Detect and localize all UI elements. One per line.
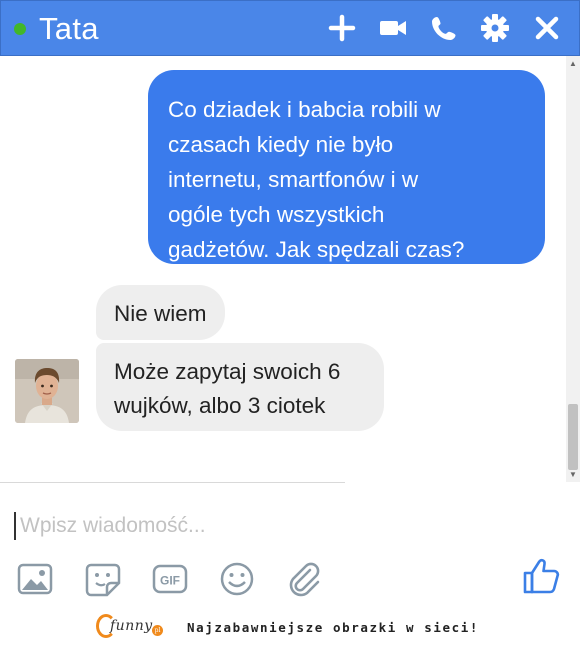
incoming-message-bubble[interactable]: Może zapytaj swoich 6 wujków, albo 3 cio… [96,343,384,431]
emoji-icon[interactable] [219,561,255,597]
contact-name[interactable]: Tata [39,11,99,47]
chat-scrollbar[interactable]: ▲ ▼ [566,56,580,482]
logo-badge: pl [152,625,163,636]
gif-icon[interactable]: GIF [152,561,188,597]
message-line: czasach kiedy nie było [168,132,394,157]
sticker-icon[interactable] [85,561,121,597]
footer-tagline: Najzabawniejsze obrazki w sieci! [187,620,480,635]
video-call-icon[interactable] [377,12,409,44]
scroll-up-arrow-icon[interactable]: ▲ [569,60,577,68]
incoming-message-bubble[interactable]: Nie wiem [96,285,225,340]
logo-text: funny [110,618,153,634]
close-icon[interactable] [531,12,563,44]
funny-logo[interactable]: funny pl [96,612,168,642]
chat-conversation[interactable]: Co dziadek i babcia robili w czasach kie… [0,56,580,482]
sender-avatar[interactable] [15,359,79,423]
message-line: Może zapytaj swoich 6 [114,359,341,384]
attachment-icon[interactable] [286,561,322,597]
message-line: internetu, smartfonów i w [168,167,419,192]
message-input[interactable] [14,512,554,540]
chat-header: Tata [0,0,580,56]
message-line: gadżetów. Jak spędzali czas? [168,237,465,262]
settings-gear-icon[interactable] [479,12,511,44]
message-line: Nie wiem [114,301,207,326]
add-people-icon[interactable] [326,12,358,44]
online-status-dot [14,23,26,35]
thumbs-up-icon[interactable] [521,556,561,596]
outgoing-message-bubble[interactable]: Co dziadek i babcia robili w czasach kie… [148,70,545,264]
scroll-down-arrow-icon[interactable]: ▼ [569,471,577,479]
message-line: Co dziadek i babcia robili w [168,97,441,122]
composer-divider [0,482,345,483]
gif-label: GIF [160,574,180,588]
photo-icon[interactable] [17,561,53,597]
phone-call-icon[interactable] [428,12,460,44]
scrollbar-thumb[interactable] [568,404,578,470]
message-line: wujków, albo 3 ciotek [114,393,326,418]
message-line: ogóle tych wszystkich [168,202,385,227]
